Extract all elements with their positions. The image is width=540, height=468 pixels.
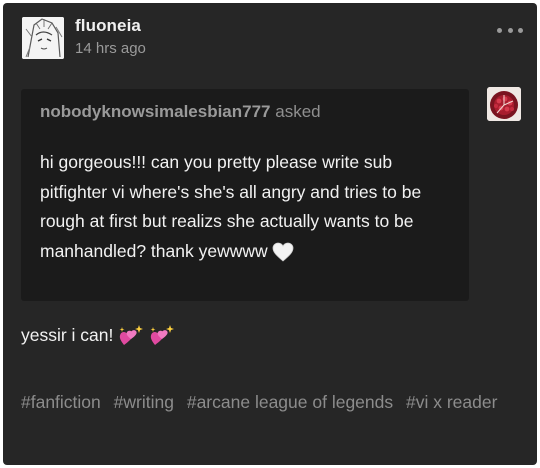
asker-avatar[interactable] bbox=[487, 87, 521, 121]
post-timestamp[interactable]: 14 hrs ago bbox=[75, 40, 146, 57]
sparkling-heart-icon bbox=[118, 323, 144, 352]
ask-question-text: hi gorgeous!!! can you pretty please wri… bbox=[40, 152, 422, 261]
tag-list: #fanfiction #writing #arcane league of l… bbox=[21, 390, 526, 414]
ask-question: hi gorgeous!!! can you pretty please wri… bbox=[40, 148, 455, 271]
answer: yessir i can! bbox=[21, 323, 175, 352]
ellipsis-dot bbox=[507, 27, 513, 33]
post-card: fluoneia 14 hrs ago nobodyknowsimalesbia… bbox=[3, 3, 537, 465]
answer-text: yessir i can! bbox=[21, 325, 114, 345]
ellipsis-dot bbox=[497, 27, 502, 33]
avatar-sketch-image bbox=[22, 17, 64, 59]
asked-label: asked bbox=[275, 102, 321, 121]
more-options-icon[interactable] bbox=[497, 23, 523, 37]
tag-writing[interactable]: #writing bbox=[114, 392, 174, 412]
asker-line: nobodyknowsimalesbian777 asked bbox=[40, 102, 321, 122]
tag-fanfiction[interactable]: #fanfiction bbox=[21, 392, 101, 412]
white-heart-icon bbox=[272, 242, 294, 272]
tag-vi-x-reader[interactable]: #vi x reader bbox=[406, 392, 497, 412]
sparkling-heart-icon bbox=[149, 323, 175, 352]
asker-name-link[interactable]: nobodyknowsimalesbian777 bbox=[40, 102, 271, 121]
pomegranate-icon bbox=[487, 87, 521, 121]
blog-name-link[interactable]: fluoneia bbox=[75, 16, 141, 36]
ask-box: nobodyknowsimalesbian777 asked hi gorgeo… bbox=[21, 89, 469, 301]
ellipsis-dot bbox=[518, 27, 523, 33]
tag-arcane-league-of-legends[interactable]: #arcane league of legends bbox=[187, 392, 393, 412]
blog-avatar[interactable] bbox=[22, 17, 64, 59]
